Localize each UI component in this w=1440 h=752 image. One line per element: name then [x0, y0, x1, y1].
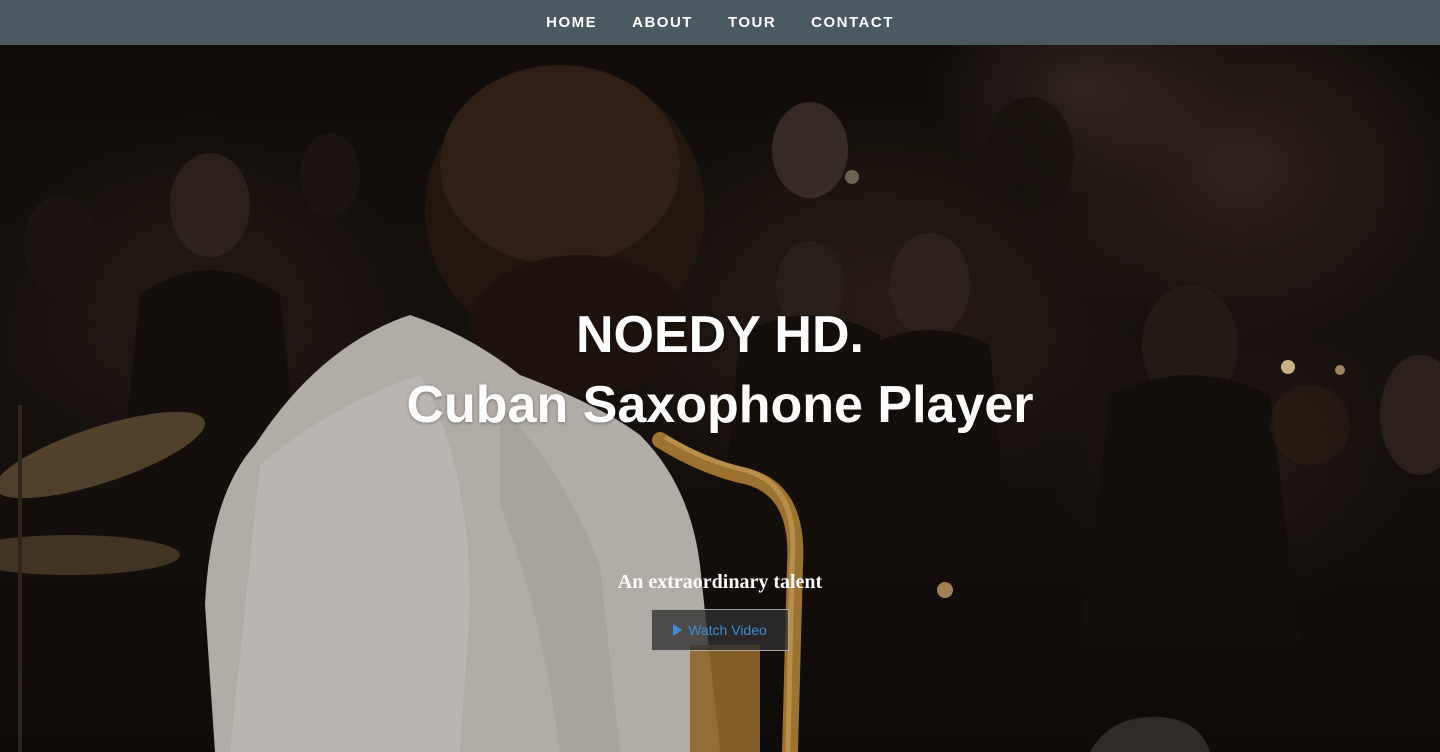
nav-item-tour[interactable]: TOUR [710, 0, 793, 45]
hero-title: NOEDY HD. Cuban Saxophone Player [0, 300, 1440, 440]
nav-item-contact[interactable]: CONTACT [794, 0, 912, 45]
hero-section: NOEDY HD. Cuban Saxophone Player An extr… [0, 45, 1440, 752]
hero-title-line1: NOEDY HD. [576, 306, 864, 364]
nav-item-about[interactable]: ABOUT [615, 0, 711, 45]
watch-video-button[interactable]: Watch Video [651, 609, 789, 651]
nav-menu: HOME ABOUT TOUR CONTACT [529, 0, 912, 45]
hero-tagline: An extraordinary talent [617, 571, 823, 593]
top-navbar: HOME ABOUT TOUR CONTACT [0, 0, 1440, 45]
play-icon [673, 624, 683, 636]
hero-title-line2: Cuban Saxophone Player [406, 376, 1034, 434]
nav-item-home[interactable]: HOME [529, 0, 615, 45]
watch-video-label: Watch Video [688, 622, 767, 638]
